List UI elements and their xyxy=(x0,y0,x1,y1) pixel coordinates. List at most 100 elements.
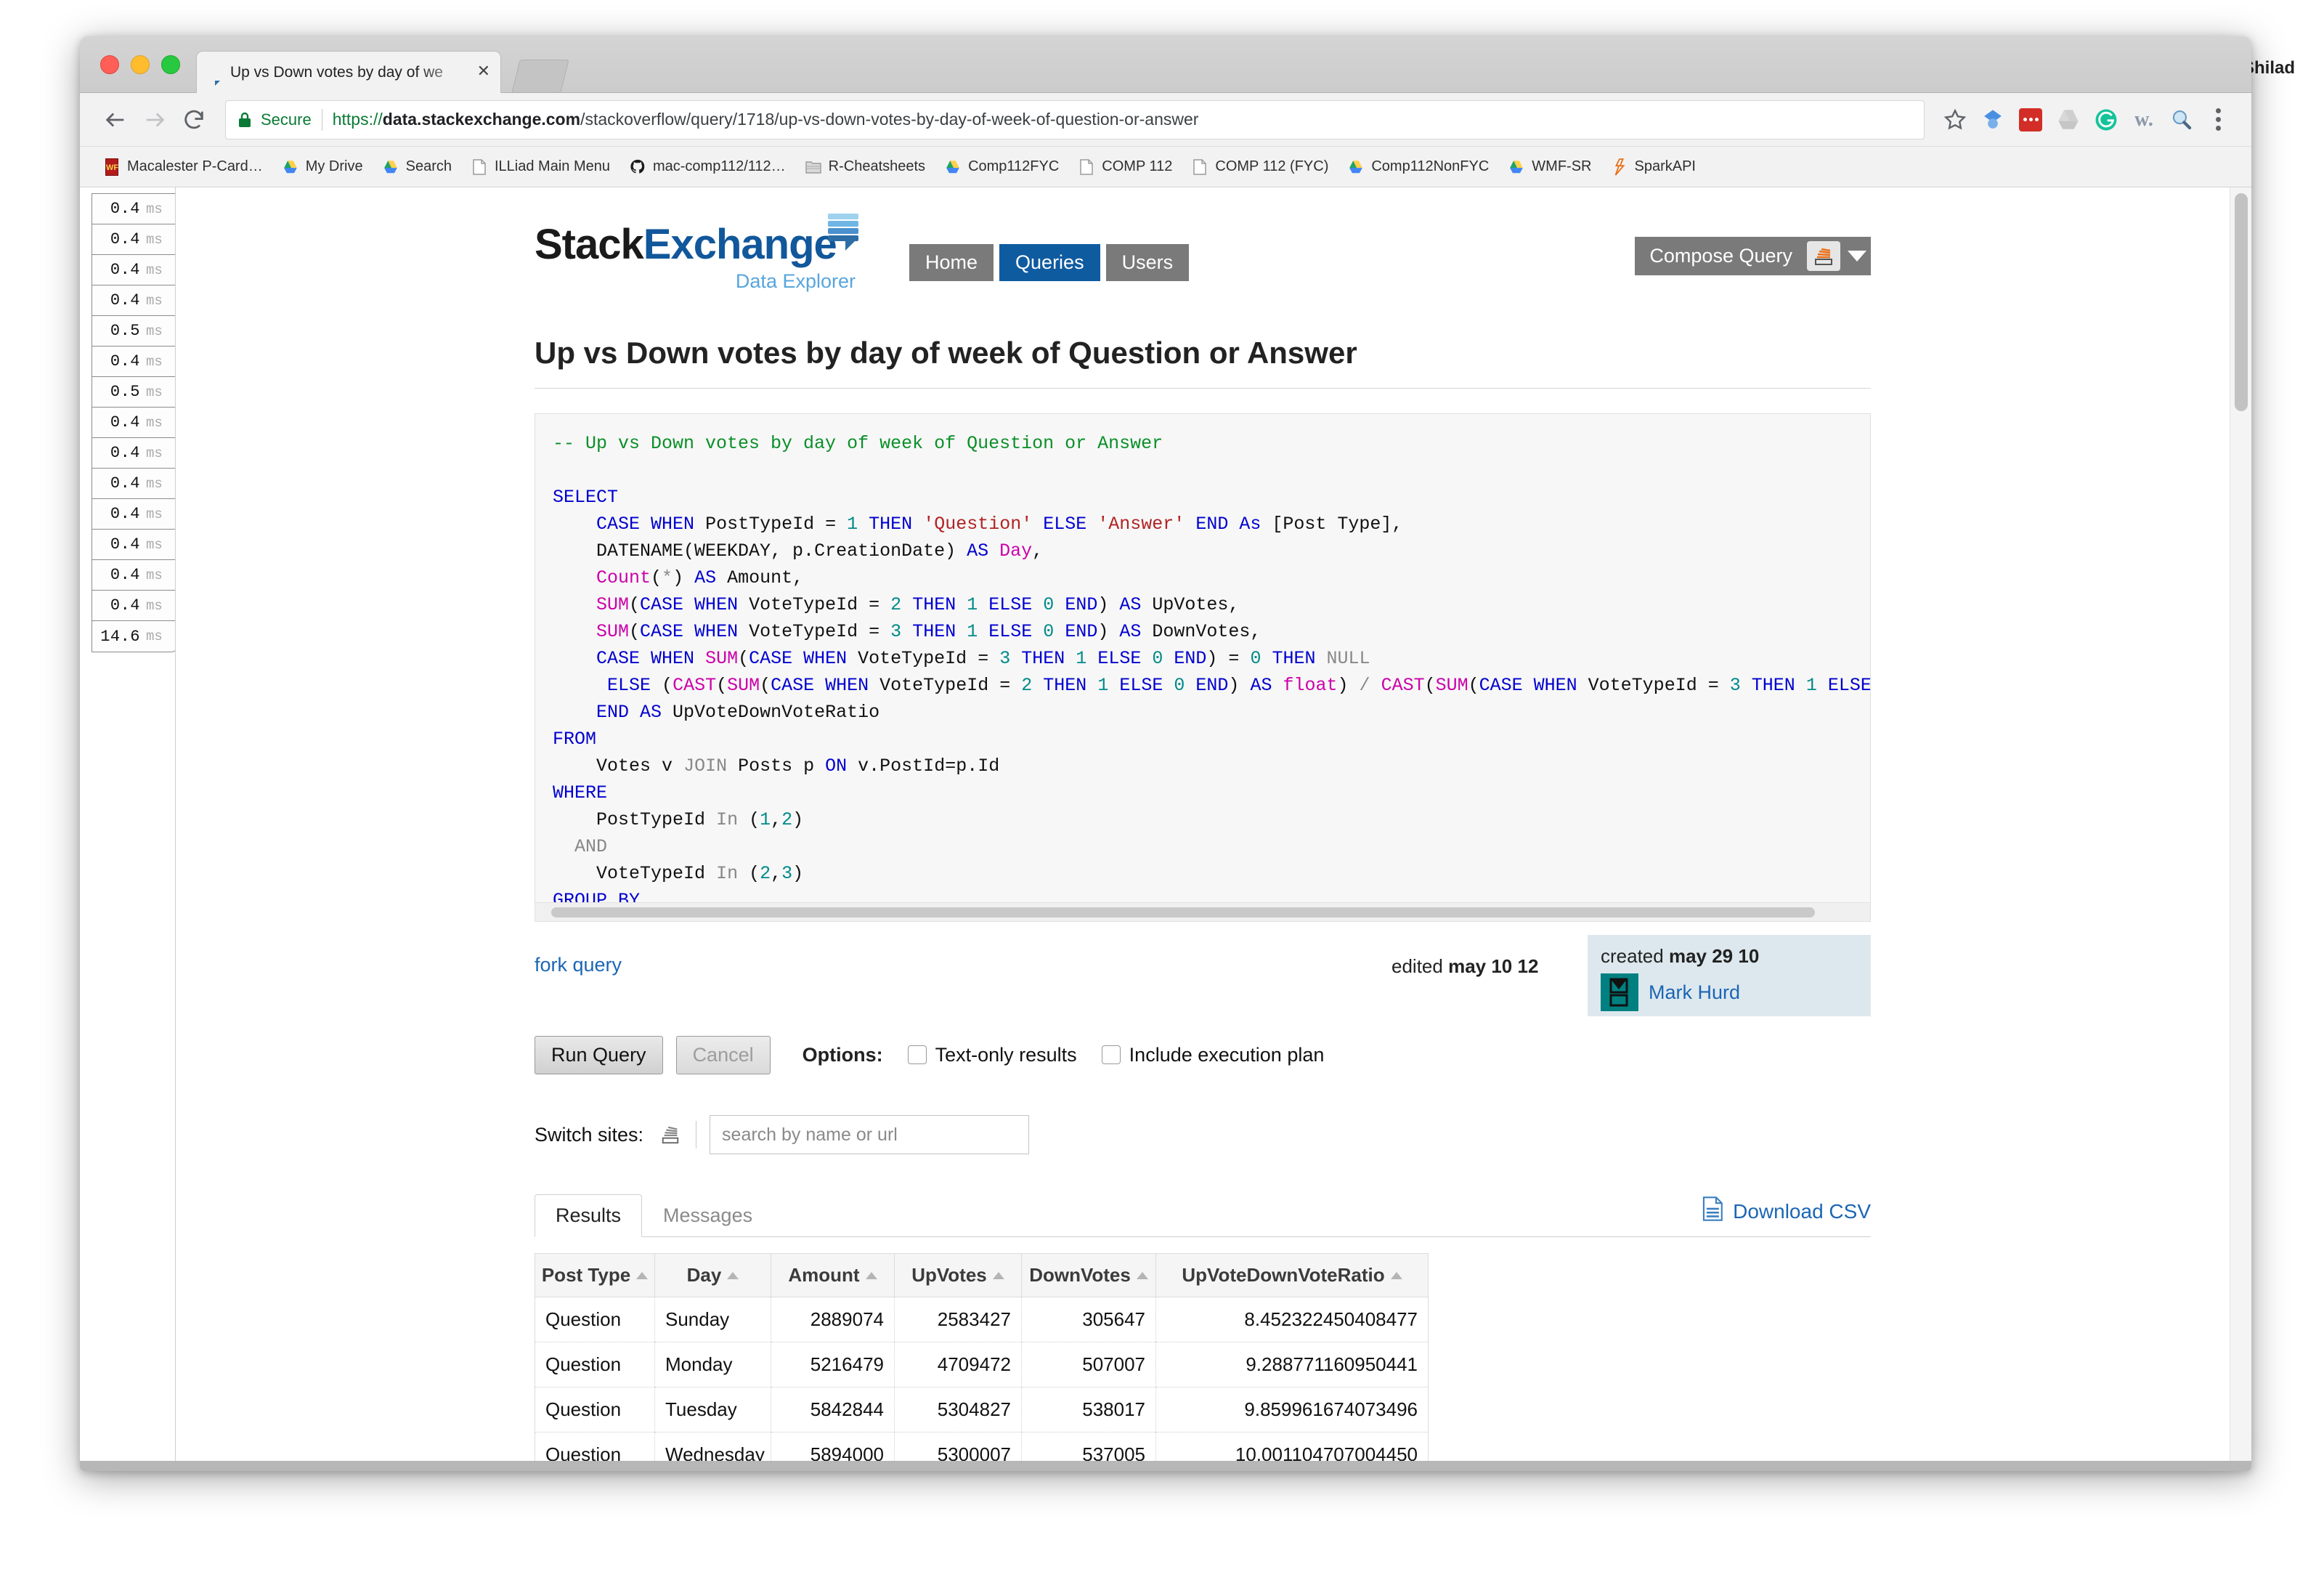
sql-code: -- Up vs Down votes by day of week of Qu… xyxy=(553,433,1871,921)
bookmark-item[interactable]: ILLiad Main Menu xyxy=(463,155,617,179)
compose-query-button[interactable]: Compose Query xyxy=(1635,237,1871,275)
column-header-amount[interactable]: Amount xyxy=(771,1253,895,1297)
grammarly-icon[interactable] xyxy=(2087,101,2125,139)
stackexchange-favicon-icon xyxy=(207,63,223,86)
sort-asc-icon[interactable] xyxy=(992,1271,1004,1279)
cell-day: Tuesday xyxy=(654,1387,771,1433)
timing-value: 14.6 xyxy=(100,627,140,646)
evernote-icon[interactable] xyxy=(1974,101,2012,139)
wikipedia-w-icon[interactable]: w. xyxy=(2125,101,2163,139)
cell-amount: 5842844 xyxy=(771,1387,895,1433)
bookmark-item[interactable]: SparkAPI xyxy=(1604,155,1703,179)
sort-asc-icon[interactable] xyxy=(1390,1271,1402,1279)
folder-icon xyxy=(805,158,822,176)
sql-horizontal-scrollbar[interactable] xyxy=(535,902,1870,921)
bookmark-label: mac-comp112/112… xyxy=(652,158,786,174)
run-query-button[interactable]: Run Query xyxy=(535,1035,663,1074)
tab-results[interactable]: Results xyxy=(535,1194,643,1237)
close-window-button[interactable] xyxy=(100,55,119,74)
bookmark-item[interactable]: Search xyxy=(375,155,459,179)
sort-asc-icon[interactable] xyxy=(636,1271,649,1279)
bookmark-item[interactable]: COMP 112 xyxy=(1070,155,1179,179)
timing-row: 0.4 ms xyxy=(92,591,176,621)
bookmark-star-icon[interactable] xyxy=(1936,108,1974,131)
sql-editor[interactable]: -- Up vs Down votes by day of week of Qu… xyxy=(535,413,1871,922)
close-tab-icon[interactable]: ✕ xyxy=(473,62,493,82)
google-drive-icon[interactable] xyxy=(2049,101,2087,139)
timing-gutter: 0.4 ms 0.4 ms 0.4 ms 0.4 ms 0.5 ms 0.4 ms 0.5 m… xyxy=(80,187,177,1471)
query-actions: Run Query Cancel Options: Text-only resu… xyxy=(535,1031,1871,1079)
created-info: created may 29 10 xyxy=(1601,945,1858,968)
timing-value: 0.4 xyxy=(110,505,140,523)
bookmark-item[interactable]: WF Macalester P-Card… xyxy=(96,155,270,179)
sort-asc-icon[interactable] xyxy=(865,1271,877,1279)
page-viewport: 0.4 ms 0.4 ms 0.4 ms 0.4 ms 0.5 ms 0.4 ms 0.5 m… xyxy=(80,187,2251,1471)
reload-icon[interactable] xyxy=(174,100,214,139)
include-execution-plan-checkbox[interactable] xyxy=(1101,1045,1121,1064)
include-execution-plan-option[interactable]: Include execution plan xyxy=(1101,1044,1324,1066)
column-header-post-type[interactable]: Post Type xyxy=(535,1253,655,1297)
browser-window: Up vs Down votes by day of we ✕ Secure h… xyxy=(80,36,2251,1471)
column-header-upvotes[interactable]: UpVotes xyxy=(894,1253,1022,1297)
edited-prefix: edited xyxy=(1391,955,1449,977)
bookmark-label: Comp112NonFYC xyxy=(1371,158,1490,174)
created-author-link[interactable]: Mark Hurd xyxy=(1649,981,1740,1004)
bookmark-label: SparkAPI xyxy=(1634,158,1696,174)
sort-asc-icon[interactable] xyxy=(1136,1271,1148,1279)
nav-queries[interactable]: Queries xyxy=(999,244,1100,281)
chevron-down-icon[interactable] xyxy=(1843,237,1871,275)
tab-messages[interactable]: Messages xyxy=(642,1194,773,1237)
stack-icon[interactable] xyxy=(658,1124,683,1146)
bookmark-item[interactable]: My Drive xyxy=(275,155,370,179)
magnifier-icon[interactable] xyxy=(2163,101,2201,139)
site-logo[interactable]: StackExchange Data Explorer xyxy=(535,214,869,293)
sql-scrollbar-thumb[interactable] xyxy=(551,907,1815,917)
csv-file-icon xyxy=(1702,1196,1724,1226)
browser-tab[interactable]: Up vs Down votes by day of we ✕ xyxy=(196,51,501,93)
column-header-downvotes[interactable]: DownVotes xyxy=(1021,1253,1156,1297)
page-vertical-scrollbar[interactable] xyxy=(2230,187,2251,1471)
github-icon xyxy=(629,158,646,176)
nav-home[interactable]: Home xyxy=(909,244,994,281)
timing-row: 0.5 ms xyxy=(92,316,176,347)
browser-tab-title: Up vs Down votes by day of we xyxy=(230,63,443,81)
cell-day: Sunday xyxy=(654,1297,771,1342)
column-header-ratio[interactable]: UpVoteDownVoteRatio xyxy=(1155,1253,1429,1297)
bookmark-item[interactable]: R-Cheatsheets xyxy=(797,155,933,179)
page-icon xyxy=(471,158,488,176)
lock-icon xyxy=(236,110,253,129)
google-drive-icon xyxy=(1347,158,1365,176)
bookmark-item[interactable]: mac-comp112/112… xyxy=(622,155,793,179)
bookmark-item[interactable]: Comp112FYC xyxy=(937,155,1066,179)
column-header-day[interactable]: Day xyxy=(654,1253,771,1297)
bookmark-item[interactable]: WMF-SR xyxy=(1500,155,1598,179)
page-scrollbar-thumb[interactable] xyxy=(2235,193,2248,411)
site-search-input[interactable] xyxy=(710,1115,1030,1154)
bookmark-item[interactable]: Comp112NonFYC xyxy=(1340,155,1496,179)
site-subtitle: Data Explorer xyxy=(735,270,856,292)
address-bar[interactable]: Secure https://data.stackexchange.com/st… xyxy=(225,100,1925,139)
table-row: Question Monday 5216479 4709472 507007 9… xyxy=(535,1342,1429,1387)
new-tab-button[interactable] xyxy=(511,60,569,93)
download-csv-link[interactable]: Download CSV xyxy=(1702,1196,1871,1226)
browser-menu-icon[interactable] xyxy=(2201,108,2235,131)
bookmark-item[interactable]: COMP 112 (FYC) xyxy=(1184,155,1336,179)
created-user: Mark Hurd xyxy=(1601,973,1858,1011)
cell-ratio: 9.288771160950441 xyxy=(1155,1342,1429,1387)
timing-value: 0.4 xyxy=(110,566,140,584)
timing-unit: ms xyxy=(146,353,163,370)
timing-row: 0.4 ms xyxy=(92,530,176,560)
text-only-results-checkbox[interactable] xyxy=(907,1045,927,1064)
timing-row: 0.4 ms xyxy=(92,499,176,530)
nav-users[interactable]: Users xyxy=(1105,244,1190,281)
sort-asc-icon[interactable] xyxy=(727,1271,739,1279)
query-meta: fork query edited may 10 12 created may … xyxy=(535,922,1871,1031)
results-tabs: Results Messages xyxy=(535,1191,1871,1237)
timing-unit: ms xyxy=(146,231,163,248)
minimize-window-button[interactable] xyxy=(131,55,150,74)
fork-query-link[interactable]: fork query xyxy=(535,954,622,976)
back-icon[interactable] xyxy=(96,100,135,139)
text-only-results-option[interactable]: Text-only results xyxy=(907,1044,1077,1066)
maximize-window-button[interactable] xyxy=(161,55,180,74)
lastpass-icon[interactable] xyxy=(2012,101,2049,139)
